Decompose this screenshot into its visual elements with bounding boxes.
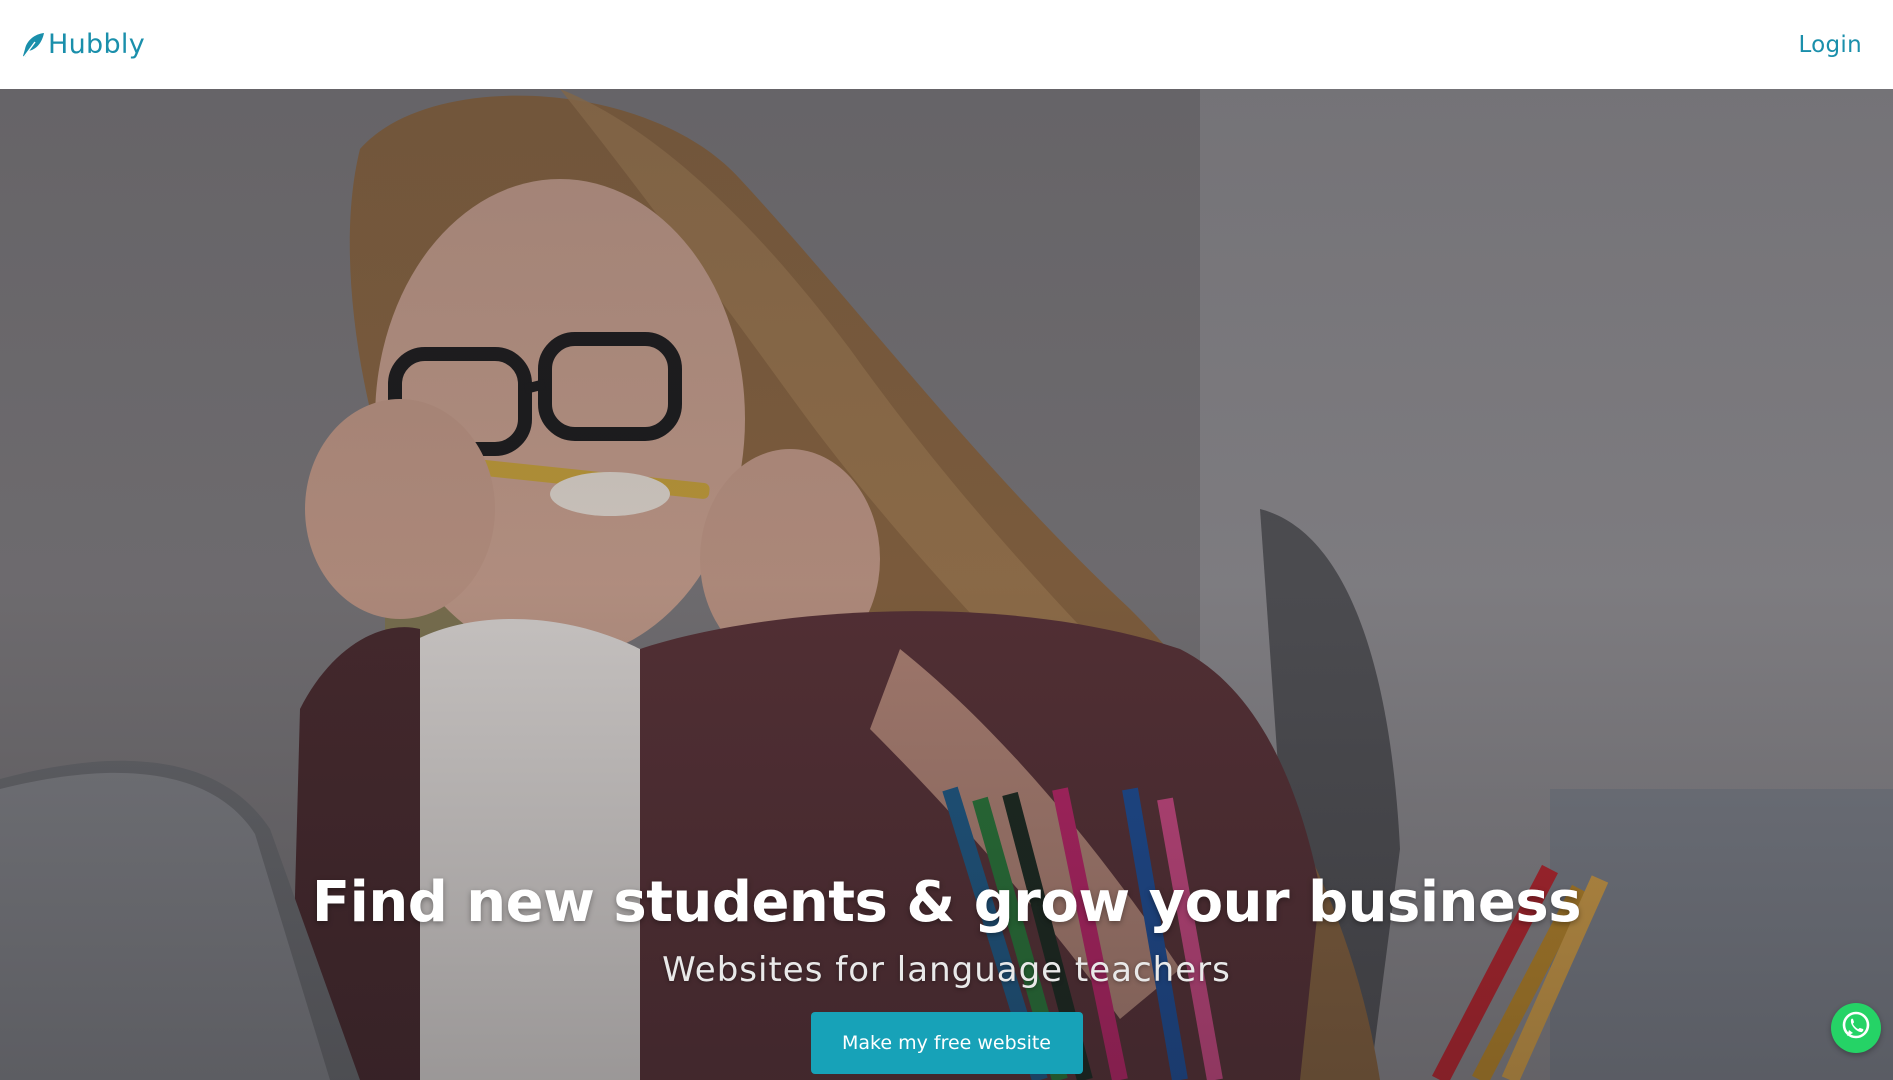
login-link[interactable]: Login [1798,32,1862,58]
feather-icon [18,31,46,59]
top-navbar: Hubbly Login [0,0,1893,89]
hero-content: Find new students & grow your business W… [0,869,1893,1075]
whatsapp-icon [1839,1009,1873,1047]
hero-subtitle: Websites for language teachers [662,950,1231,991]
whatsapp-chat-button[interactable] [1831,1003,1881,1053]
hero-section: Find new students & grow your business W… [0,89,1893,1080]
hero-title: Find new students & grow your business [311,870,1582,935]
brand-logo-link[interactable]: Hubbly [18,29,145,60]
brand-name: Hubbly [48,29,145,60]
make-free-website-button[interactable]: Make my free website [810,1012,1083,1075]
